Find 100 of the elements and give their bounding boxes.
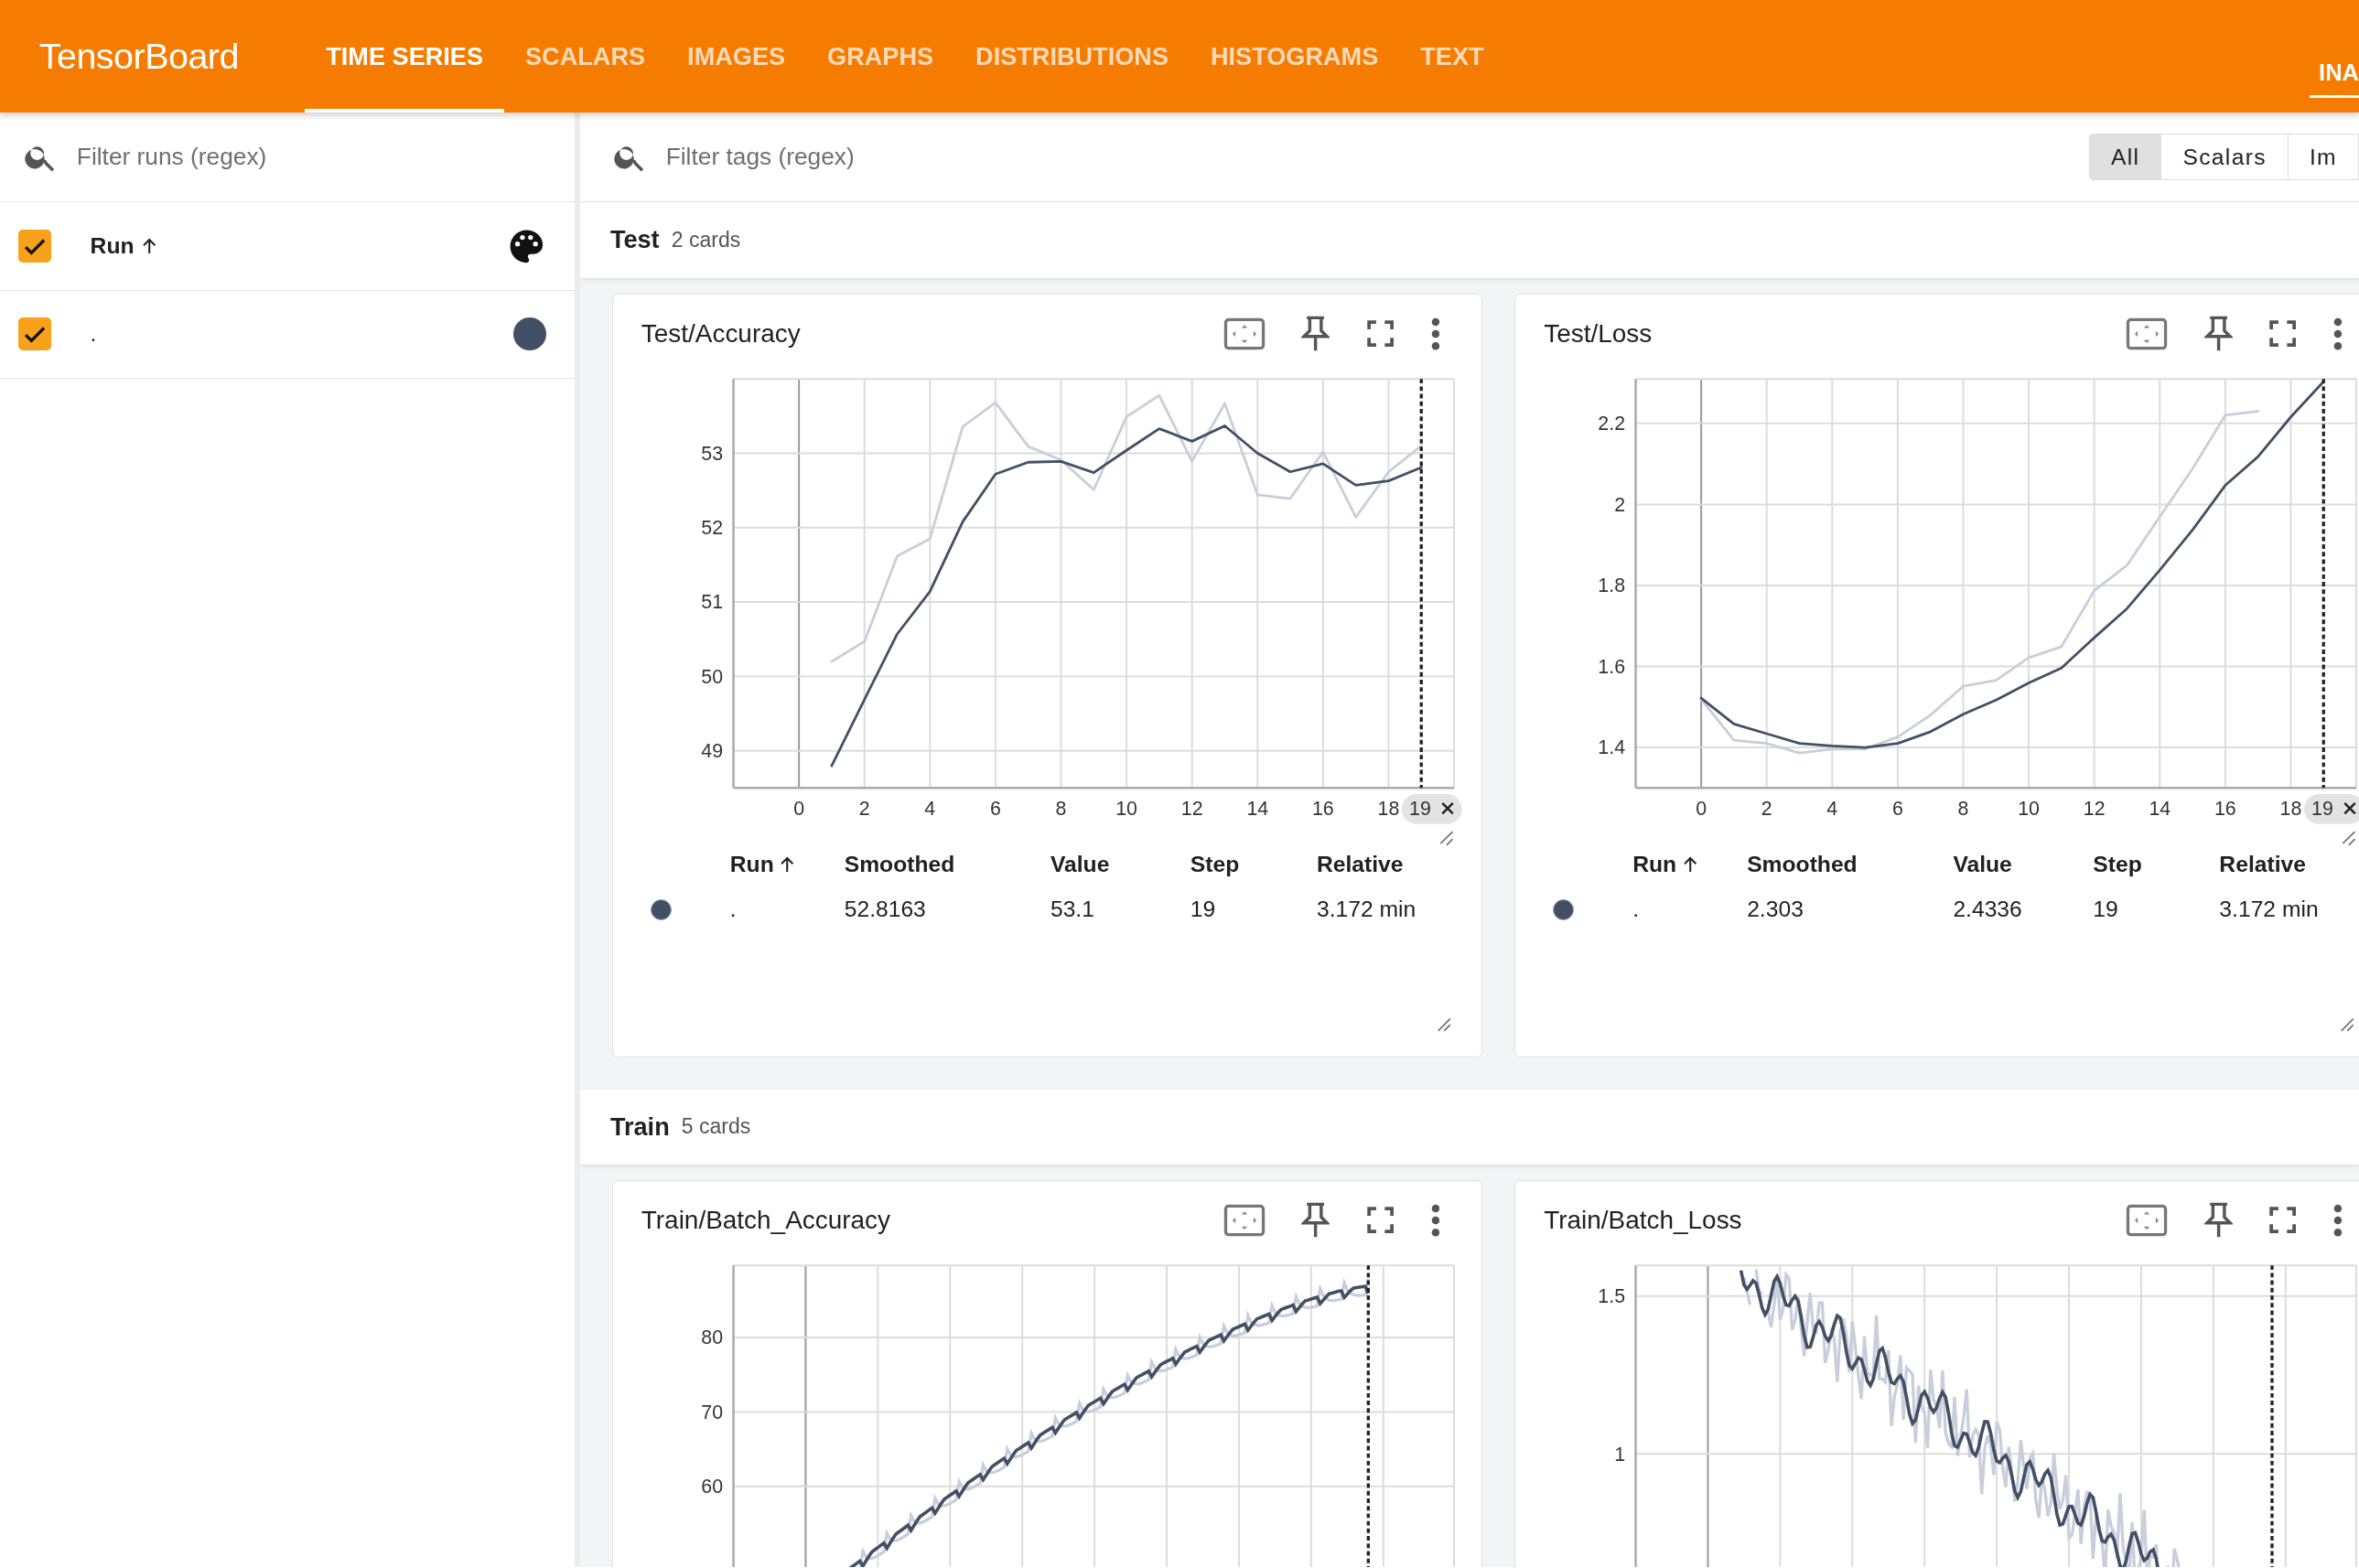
card-title: Test/Loss	[1544, 318, 1653, 349]
x-axis-label: 2	[1761, 797, 1772, 820]
more-options-icon[interactable]	[1430, 317, 1440, 350]
fit-to-data-icon[interactable]	[2126, 1203, 2169, 1238]
column-header[interactable]: Smoothed	[1747, 852, 1858, 877]
y-axis-label: 70	[700, 1402, 723, 1423]
checkbox[interactable]	[17, 317, 51, 351]
column-header[interactable]: Step	[1190, 852, 1240, 877]
card-title: Train/Batch_Loss	[1544, 1206, 1742, 1235]
checkbox[interactable]	[17, 229, 51, 263]
x-axis-label: 14	[2149, 797, 2171, 820]
table-cell: 2.4336	[1953, 897, 2022, 923]
close-icon[interactable]	[1440, 801, 1454, 815]
search-field[interactable]: Filter runs (regex)	[73, 141, 471, 173]
column-header[interactable]: Step	[2093, 852, 2142, 877]
resize-handle-icon[interactable]	[1437, 1017, 1452, 1033]
y-axis-label: 49	[700, 739, 723, 762]
column-header[interactable]: Relative	[2219, 852, 2306, 877]
ref-line-label: 19	[2311, 797, 2333, 820]
x-axis-label: 2	[858, 797, 870, 820]
x-axis-label: 14	[1245, 797, 1268, 820]
pin-icon[interactable]	[1301, 315, 1330, 353]
step-marker-line[interactable]	[1419, 379, 1423, 789]
step-marker-badge[interactable]: 19	[1401, 793, 1462, 824]
close-icon[interactable]	[2343, 801, 2356, 815]
more-options-icon[interactable]	[2333, 317, 2343, 350]
card-count: 5 cards	[681, 1114, 751, 1140]
x-axis-label: 8	[1055, 797, 1066, 820]
x-axis-label: 0	[1696, 797, 1707, 820]
step-marker-badge[interactable]: 19	[2303, 793, 2359, 824]
x-axis-label: 16	[1311, 797, 1334, 820]
run-color-dot[interactable]	[512, 317, 546, 351]
fit-to-data-icon[interactable]	[2126, 317, 2169, 350]
y-axis-label: 1.4	[1598, 736, 1625, 759]
pin-icon[interactable]	[2203, 315, 2233, 353]
y-axis-label: 2.2	[1598, 413, 1625, 435]
y-axis-label: 51	[700, 591, 723, 614]
x-axis-label: 0	[792, 797, 804, 820]
table-cell: 3.172 min	[1316, 897, 1416, 923]
x-axis-label: 4	[923, 797, 935, 820]
sort-arrow-icon	[1682, 855, 1698, 874]
run-name: .	[90, 321, 97, 348]
card-title: Test/Accuracy	[641, 318, 801, 349]
pin-icon[interactable]	[1301, 1201, 1330, 1240]
table-cell: 53.1	[1050, 897, 1094, 923]
card-count: 2 cards	[671, 227, 741, 252]
x-axis-label: 10	[1115, 797, 1137, 820]
pin-icon[interactable]	[2203, 1201, 2233, 1240]
y-axis-label: 1	[1614, 1443, 1625, 1466]
step-marker-line[interactable]	[2321, 379, 2325, 789]
fullscreen-icon[interactable]	[2268, 319, 2298, 349]
x-axis-label: 10	[2018, 797, 2040, 820]
table-cell: 2.303	[1747, 897, 1804, 923]
filter-toggle[interactable]: All	[2090, 134, 2162, 180]
fit-to-data-icon[interactable]	[1223, 1203, 1266, 1238]
table-cell: .	[729, 897, 737, 923]
x-axis-label: 8	[1957, 797, 1969, 820]
table-cell: .	[1632, 897, 1640, 923]
x-axis-label: 12	[1180, 797, 1203, 820]
x-axis-label: 4	[1826, 797, 1838, 820]
resize-handle-icon[interactable]	[2339, 1017, 2355, 1033]
y-axis-label: 1.8	[1598, 575, 1625, 597]
table-cell: 3.172 min	[2219, 897, 2319, 923]
more-options-icon[interactable]	[2333, 1203, 2343, 1238]
sort-arrow-icon	[141, 237, 157, 255]
group-header[interactable]: Test 2 cards	[580, 202, 2359, 279]
column-header[interactable]: Value	[1953, 852, 2012, 877]
column-header[interactable]: Relative	[1316, 852, 1404, 877]
group-name: Test	[609, 225, 660, 255]
step-marker-line[interactable]	[2270, 1265, 2274, 1568]
y-axis-label: 60	[700, 1476, 723, 1498]
resize-handle-icon[interactable]	[1438, 830, 1453, 846]
x-axis-label: 18	[2279, 797, 2302, 820]
table-cell: 19	[2093, 897, 2118, 923]
group-name: Train	[609, 1112, 670, 1142]
x-axis-label: 18	[1377, 797, 1399, 820]
y-axis-label: 50	[700, 665, 723, 688]
column-header[interactable]: Smoothed	[844, 852, 955, 877]
card-title: Train/Batch_Accuracy	[641, 1206, 891, 1235]
fullscreen-icon[interactable]	[2268, 1206, 2298, 1235]
table-cell: 52.8163	[844, 897, 926, 923]
column-header[interactable]: Value	[1050, 852, 1110, 877]
fit-to-data-icon[interactable]	[1223, 317, 1266, 350]
resize-handle-icon[interactable]	[2342, 830, 2356, 846]
ref-line-label: 19	[1408, 797, 1431, 820]
x-axis-label: 12	[2083, 797, 2106, 820]
fullscreen-icon[interactable]	[1365, 319, 1395, 349]
column-header[interactable]: Run	[90, 232, 135, 259]
group-header[interactable]: Train 5 cards	[580, 1089, 2359, 1165]
y-axis-label: 53	[700, 442, 723, 465]
x-axis-label: 6	[989, 797, 1001, 820]
sort-arrow-icon	[780, 855, 795, 874]
fullscreen-icon[interactable]	[1365, 1206, 1395, 1235]
search-field[interactable]: Filter tags (regex)	[662, 141, 1061, 173]
step-marker-line[interactable]	[1366, 1265, 1370, 1568]
table-cell: 19	[1190, 897, 1216, 923]
column-header[interactable]: Run	[1632, 852, 1677, 877]
y-axis-label: 2	[1614, 493, 1625, 516]
more-options-icon[interactable]	[1430, 1203, 1440, 1238]
column-header[interactable]: Run	[729, 852, 774, 877]
